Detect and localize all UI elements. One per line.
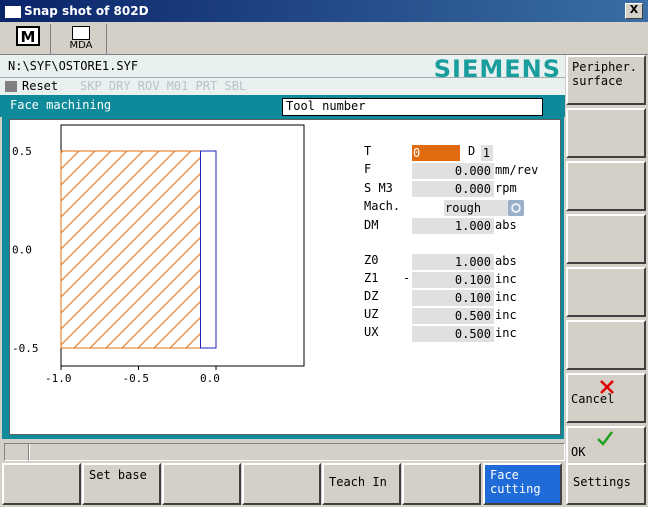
dz-unit: inc [495,290,517,304]
window-title: Snap shot of 802D [24,4,149,18]
settings-button[interactable]: Settings [566,463,646,505]
ok-label: OK [571,445,586,459]
close-button[interactable]: X [625,3,643,19]
set-base-button[interactable]: Set base [82,463,161,505]
uz-unit: inc [495,308,517,322]
channel-status-icon [5,81,17,92]
x-tick-label: -1.0 [45,372,72,385]
uz-label: UZ [364,307,379,321]
peripher-surface-label: Peripher. surface [572,60,638,88]
channel-status: Reset [22,79,59,93]
panel-header: Face machining Tool number [0,95,565,117]
softkey-right-2[interactable] [566,108,646,158]
message-bar [0,441,565,462]
path-row: N:\SYF\OSTORE1.SYF SIEMENS [0,55,565,83]
uz-input[interactable]: 0.500 [412,308,494,324]
softkey-bottom-1[interactable] [2,463,81,505]
window-title-bar: Snap shot of 802D X [0,0,648,22]
feed-input[interactable]: 0.000 [412,163,494,179]
message-cell-2 [28,443,565,461]
x-tick-labels: -1.0 -0.5 0.0 [45,366,220,385]
mode-m-button[interactable]: M [6,24,51,54]
softkey-bottom-3[interactable] [162,463,241,505]
y-tick-label: 0.0 [12,244,32,257]
softkey-right-6[interactable] [566,320,646,370]
status-row: Reset SKP DRY ROV M01 PRT SBL [0,78,565,95]
z0-unit: abs [495,254,517,268]
field-hint: Tool number [282,98,543,116]
face-cutting-button[interactable]: Face cutting [483,463,562,505]
teach-in-label: Teach In [329,475,387,489]
dz-input[interactable]: 0.100 [412,290,494,306]
peripher-surface-button[interactable]: Peripher. surface [566,55,646,105]
mode-toolbar: M MDA [0,22,648,55]
message-cell-1 [4,443,30,461]
z1-sign: - [403,271,411,285]
spindle-unit: rpm [495,181,517,195]
panel-title: Face machining [10,98,112,112]
dz-label: DZ [364,289,379,303]
machining-label: Mach. [364,199,401,213]
program-path: N:\SYF\OSTORE1.SYF [8,59,139,73]
t-label: T [364,144,372,158]
z1-input[interactable]: 0.100 [412,272,494,288]
z1-unit: inc [495,272,517,286]
y-tick-labels: 0.5 0.0 -0.5 [12,145,39,355]
softkey-bottom-4[interactable] [242,463,321,505]
feed-unit: mm/rev [495,163,539,177]
finish-allowance-area [200,150,217,349]
z0-label: Z0 [364,253,379,267]
x-tick-label: 0.0 [200,372,220,385]
spindle-label: S M3 [364,181,393,195]
ux-label: UX [364,325,379,339]
f-label: F [364,162,372,176]
main-panel: 0.5 0.0 -0.5 -1.0 -0.5 0.0 T 0 D 1 F 0.000 m… [2,117,564,439]
spindle-speed-input[interactable]: 0.000 [412,181,494,197]
machine-mode-icon: M [16,26,40,46]
cancel-label: Cancel [571,392,615,406]
ok-check-icon [597,431,613,446]
workpiece-area [60,150,201,349]
ux-input[interactable]: 0.500 [412,326,494,342]
softkey-right-3[interactable] [566,161,646,211]
settings-label: Settings [573,475,631,489]
ux-unit: inc [495,326,517,340]
dm-label: DM [364,218,379,232]
face-cutting-label: Face cutting [490,468,541,496]
form-area: 0.5 0.0 -0.5 -1.0 -0.5 0.0 T 0 D 1 F 0.000 m… [9,119,561,435]
y-tick-label: 0.5 [12,145,32,158]
teach-in-button[interactable]: Teach In [322,463,401,505]
softkey-bottom-6[interactable] [402,463,481,505]
face-machining-diagram: 0.5 0.0 -0.5 -1.0 -0.5 0.0 [12,124,305,385]
y-tick-label: -0.5 [12,342,39,355]
z0-input[interactable]: 1.000 [412,254,494,270]
mode-mda-button[interactable]: MDA [56,24,107,54]
dm-input[interactable]: 1.000 [412,218,494,234]
cutting-edge-input[interactable]: 1 [481,145,493,161]
cancel-button[interactable]: Cancel [566,373,646,423]
mda-icon [72,26,90,40]
toggle-select-icon[interactable] [508,200,524,216]
program-flags: SKP DRY ROV M01 PRT SBL [80,79,247,93]
d-label: D [468,144,476,158]
tool-number-input[interactable]: 0 [412,145,460,161]
mode-mda-label: MDA [69,40,93,51]
dm-unit: abs [495,218,517,232]
window-icon [5,6,21,18]
softkey-right-5[interactable] [566,267,646,317]
machining-type-select[interactable]: rough [444,200,510,216]
z1-label: Z1 [364,271,379,285]
softkey-right-4[interactable] [566,214,646,264]
set-base-label: Set base [89,468,147,482]
x-tick-label: -0.5 [123,372,150,385]
